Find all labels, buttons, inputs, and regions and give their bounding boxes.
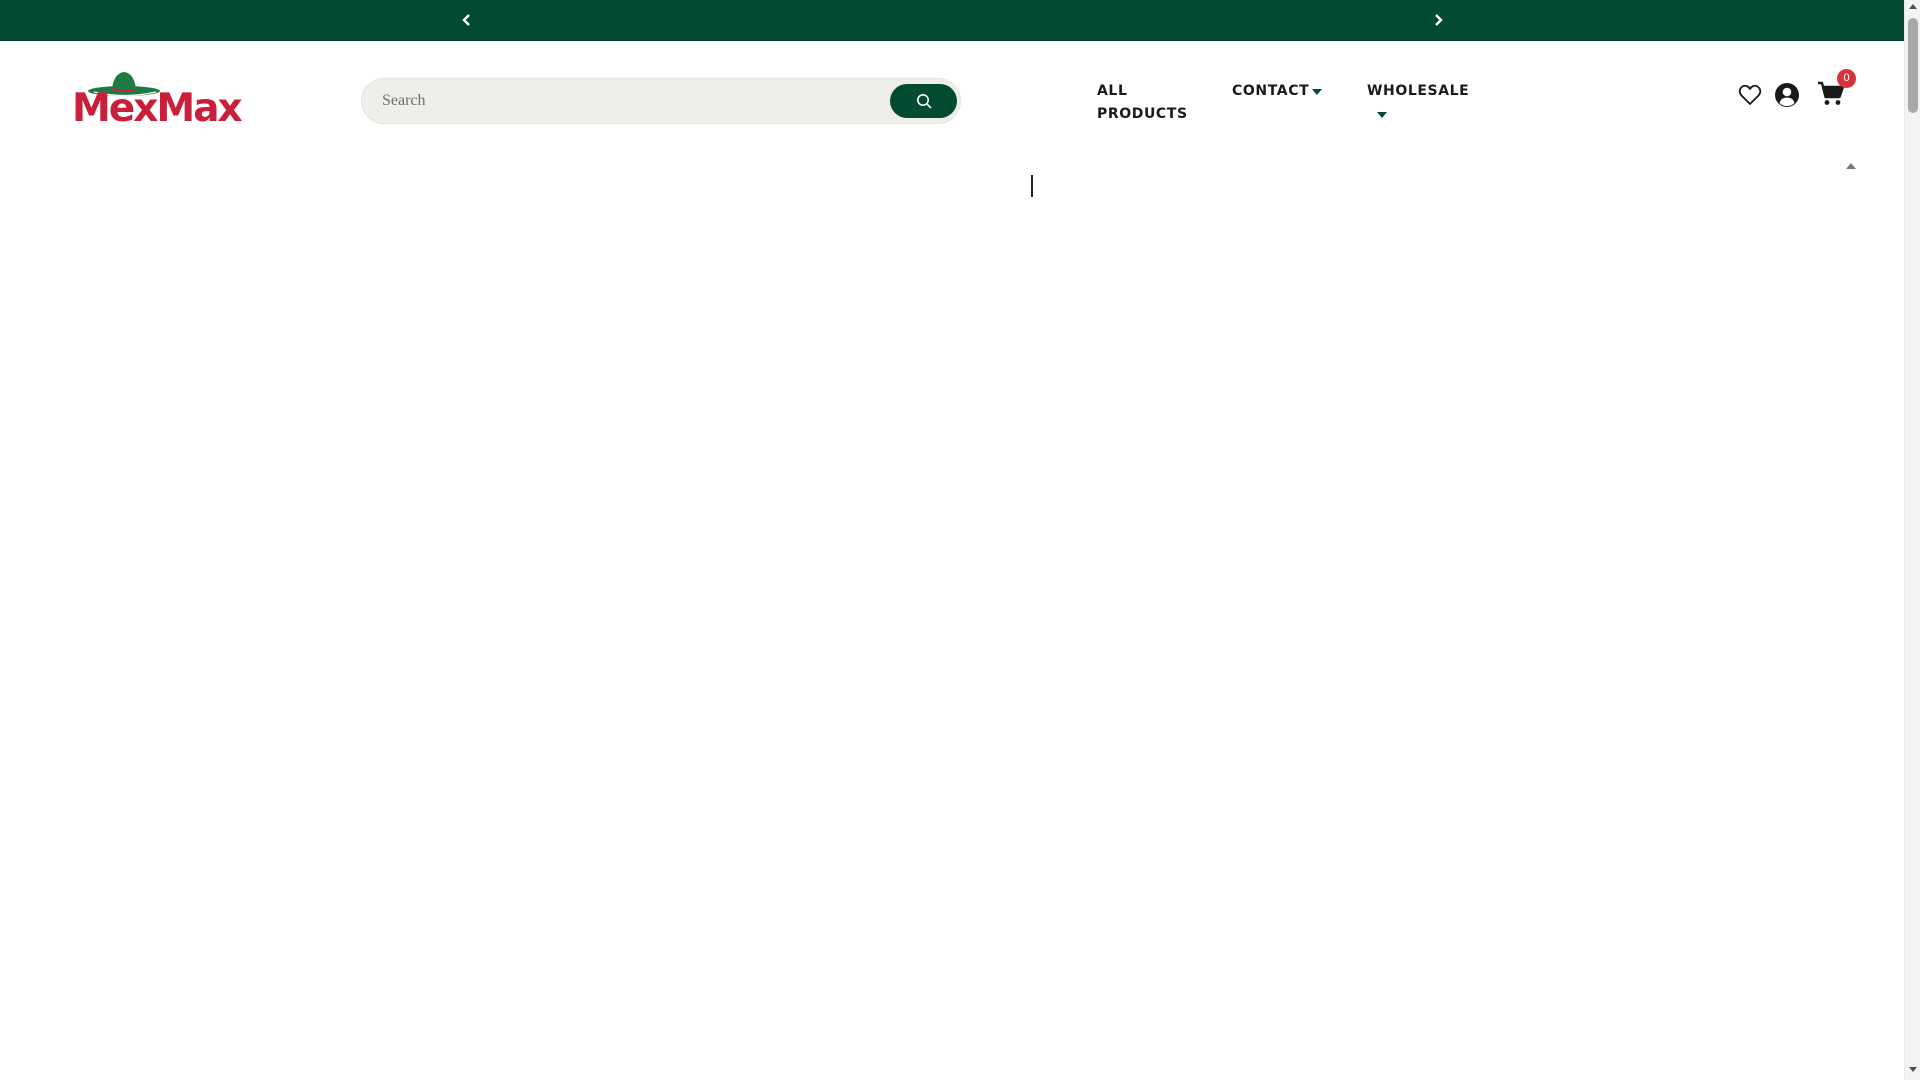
nav-item-label: ALL PRODUCTS bbox=[1097, 83, 1188, 122]
nav-item-contact[interactable]: CONTACT bbox=[1232, 80, 1322, 103]
caret-up-icon[interactable] bbox=[1846, 163, 1856, 169]
caret-down-icon bbox=[1312, 89, 1322, 95]
brand-logo[interactable]: MexMax bbox=[72, 69, 243, 133]
scroll-down-arrow-icon[interactable] bbox=[1909, 1067, 1917, 1072]
account-button[interactable] bbox=[1772, 80, 1802, 110]
scrollbar-thumb[interactable] bbox=[1908, 18, 1918, 113]
announcement-bar bbox=[0, 0, 1904, 41]
heart-icon bbox=[1738, 84, 1762, 105]
nav-item-label: WHOLESALE bbox=[1367, 83, 1470, 99]
nav-item-wholesale[interactable]: WHOLESALE bbox=[1367, 80, 1470, 118]
search-input[interactable] bbox=[380, 79, 860, 123]
user-circle-icon bbox=[1775, 83, 1799, 107]
search-button[interactable] bbox=[890, 84, 957, 118]
nav-item-label: CONTACT bbox=[1232, 83, 1310, 99]
text-cursor bbox=[1031, 175, 1033, 197]
caret-down-icon bbox=[1377, 112, 1387, 118]
chevron-left-icon[interactable] bbox=[457, 10, 477, 30]
scrollbar[interactable] bbox=[1904, 0, 1920, 1080]
cart-count-badge: 0 bbox=[1837, 69, 1856, 88]
site-header: MexMax ALL PRODUCTS CONTACT WHOLESALE bbox=[0, 41, 1904, 161]
search-icon bbox=[916, 94, 931, 109]
nav-item-all-products[interactable]: ALL PRODUCTS bbox=[1097, 80, 1187, 126]
wishlist-button[interactable] bbox=[1735, 80, 1765, 110]
logo-wordmark: MexMax bbox=[72, 86, 243, 131]
search-bar bbox=[361, 78, 961, 124]
chevron-right-icon[interactable] bbox=[1428, 10, 1448, 30]
scroll-up-arrow-icon[interactable] bbox=[1909, 4, 1917, 9]
